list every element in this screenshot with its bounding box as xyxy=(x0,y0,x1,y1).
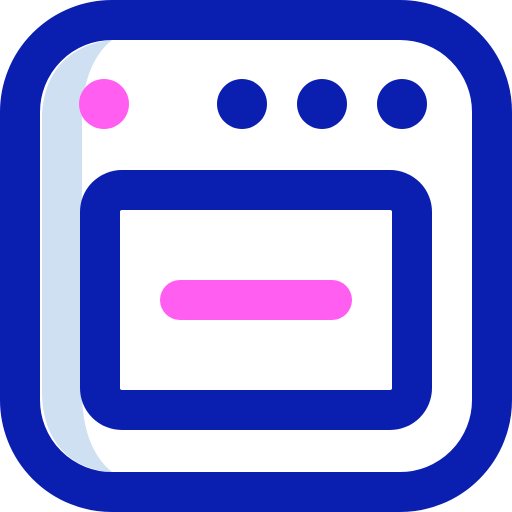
control-knob-1 xyxy=(217,79,267,129)
oven-icon xyxy=(0,0,512,512)
control-knob-3 xyxy=(377,79,427,129)
control-knob-2 xyxy=(297,79,347,129)
indicator-light xyxy=(79,79,129,129)
oven-icon-canvas xyxy=(0,0,512,512)
